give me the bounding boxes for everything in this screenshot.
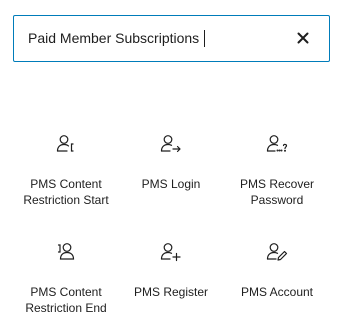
block-item-pms-account[interactable]: PMS Account	[220, 230, 334, 330]
user-restriction-end-icon	[54, 240, 78, 264]
user-recover-password-icon	[265, 132, 289, 156]
block-item-pms-recover-password[interactable]: PMS Recover Password	[220, 122, 334, 222]
block-label: PMS Recover Password	[239, 177, 315, 207]
block-search-input[interactable]	[28, 16, 288, 60]
block-label: PMS Register	[133, 285, 209, 299]
user-account-icon	[265, 240, 289, 264]
user-register-icon	[159, 240, 183, 264]
user-restriction-start-icon	[54, 132, 78, 156]
block-item-pms-register[interactable]: PMS Register	[114, 230, 228, 330]
block-results-grid: PMS Content Restriction Start PMS Login	[0, 122, 344, 334]
block-label: PMS Account	[240, 285, 314, 299]
block-item-pms-content-restriction-end[interactable]: PMS Content Restriction End	[9, 230, 123, 330]
clear-search-button[interactable]	[293, 28, 313, 48]
block-search-box[interactable]	[13, 15, 330, 62]
block-label: PMS Login	[141, 177, 201, 191]
block-label: PMS Content Restriction Start	[23, 177, 109, 207]
close-icon	[297, 32, 309, 44]
block-item-pms-content-restriction-start[interactable]: PMS Content Restriction Start	[9, 122, 123, 222]
text-caret	[204, 30, 205, 47]
block-label: PMS Content Restriction End	[25, 285, 107, 315]
block-item-pms-login[interactable]: PMS Login	[114, 122, 228, 222]
user-login-icon	[159, 132, 183, 156]
